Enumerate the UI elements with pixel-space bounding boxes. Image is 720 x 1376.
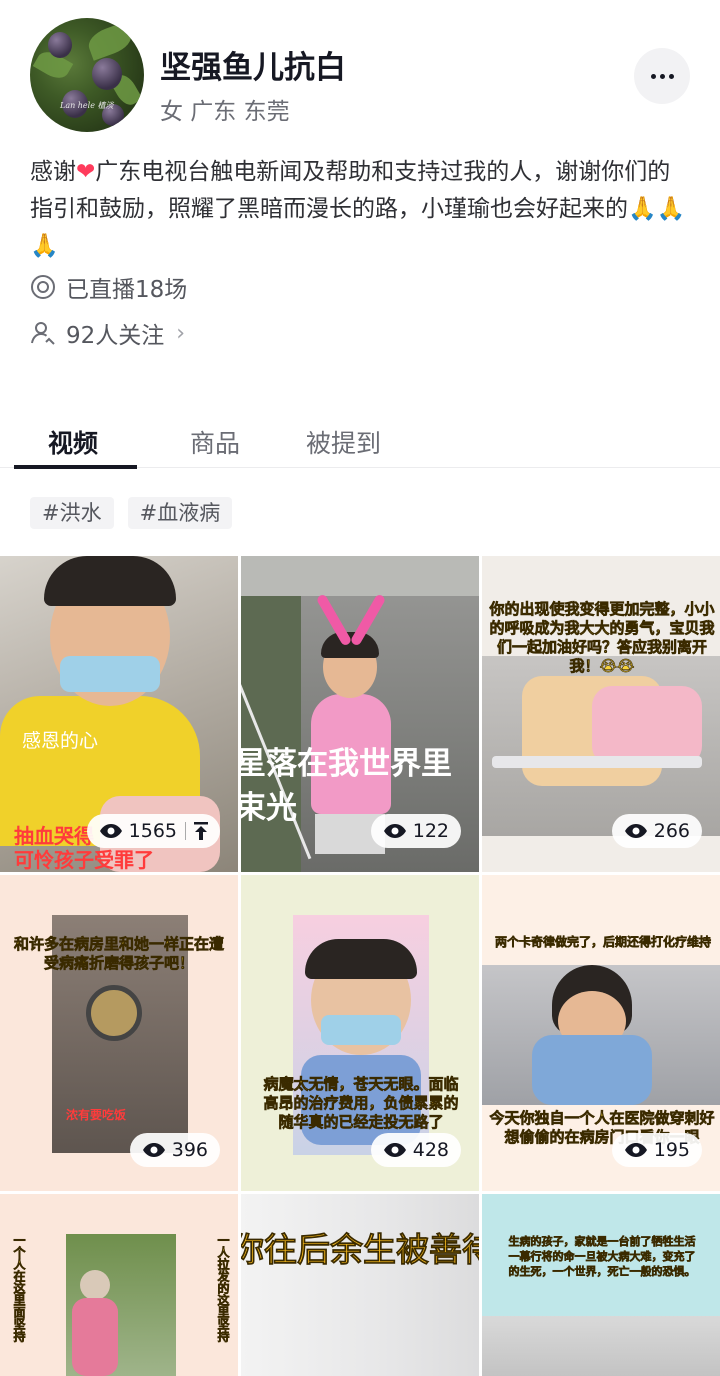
profile-bio: 感谢❤广东电视台触电新闻及帮助和支持过我的人，谢谢你们的指引和鼓励，照耀了黑暗而…: [30, 154, 690, 265]
hashtag-filter-row: #洪水 #血液病: [30, 497, 246, 529]
view-count-badge: 122: [370, 814, 461, 848]
video-caption: 你的出现使我变得更加完整，小小的呼吸成为我大大的勇气，宝贝我们一起加油好吗？答应…: [489, 600, 715, 676]
live-count-row[interactable]: 已直播18场: [30, 270, 187, 304]
video-thumbnail[interactable]: 和许多在病房里和她一样正在遭受病痛折磨得孩子吧！ 浓有要吃饭 396: [0, 875, 238, 1191]
user-icon: [30, 320, 56, 346]
view-count: 266: [653, 820, 690, 842]
view-count-badge: 396: [129, 1133, 220, 1167]
view-count: 396: [171, 1139, 208, 1161]
hashtag-chip[interactable]: #血液病: [127, 497, 233, 529]
tab-active-indicator: [14, 465, 137, 469]
video-thumbnail[interactable]: 你往后余生被善待: [241, 1194, 479, 1376]
view-count: 122: [412, 820, 449, 842]
view-count: 195: [653, 1139, 690, 1161]
dot-icon: [668, 73, 674, 79]
bio-text-start: 感谢: [30, 159, 76, 185]
video-thumbnail[interactable]: 两个卡奇律做完了，后期还得打化疗维持 今天你独自一个人在医院做穿刺好想偷偷的在病…: [482, 875, 720, 1191]
tab-videos[interactable]: 视频: [48, 424, 98, 460]
profile-location: 女 广东 东莞: [160, 99, 290, 125]
dot-icon: [659, 73, 665, 79]
heart-icon: ❤: [76, 159, 96, 185]
more-options-button[interactable]: [634, 48, 690, 104]
eye-icon: [624, 824, 647, 838]
video-thumbnail[interactable]: 感恩的心 抽血哭得 可怜孩子受罪了 1565: [0, 556, 238, 872]
video-caption: 生病的孩子，家就是一台前了牺牲生活一幕行将的命一旦被大病大难，变充了的生死，一个…: [508, 1235, 696, 1279]
view-count-badge: 266: [611, 814, 702, 848]
view-count: 1565: [128, 820, 177, 842]
avatar-signature: Lan hele 植淡: [60, 101, 114, 110]
video-caption: 束光: [241, 790, 297, 826]
video-caption: 浓有要吃饭: [66, 1108, 127, 1122]
eye-icon: [624, 1143, 647, 1157]
video-caption: 病魔太无情，苍天无眼。面临高昂的治疗费用，负债累累的随华真的已经走投无路了: [263, 1075, 459, 1132]
video-caption: 和许多在病房里和她一样正在遭受病痛折磨得孩子吧！: [14, 935, 225, 973]
following-count: 92人关注: [66, 323, 165, 349]
video-caption: 星落在我世界里: [241, 746, 452, 782]
video-thumbnail[interactable]: 病魔太无情，苍天无眼。面临高昂的治疗费用，负债累累的随华真的已经走投无路了 42…: [241, 875, 479, 1191]
tab-mentioned[interactable]: 被提到: [306, 424, 381, 460]
view-count: 428: [412, 1139, 449, 1161]
content-tabs: 视频 商品 被提到: [0, 410, 720, 469]
view-count-badge: 195: [611, 1133, 702, 1167]
avatar[interactable]: Lan hele 植淡: [30, 18, 144, 132]
video-caption: 两个卡奇律做完了，后期还得打化疗维持: [494, 935, 712, 950]
bio-text: 广东电视台触电新闻及帮助和支持过我的人，谢谢你们的指引和鼓励，照耀了黑暗而漫长的…: [30, 159, 686, 259]
video-caption: 一个人在这里面坚持: [12, 1234, 27, 1343]
video-caption: 感恩的心: [22, 730, 99, 752]
video-caption: 一人拉发的这里坚持: [216, 1234, 231, 1343]
following-row[interactable]: 92人关注 ›: [30, 316, 185, 350]
eye-icon: [99, 824, 122, 838]
live-icon: [30, 274, 56, 300]
video-thumbnail[interactable]: 一个人在这里面坚持 一人拉发的这里坚持: [0, 1194, 238, 1376]
profile-name: 坚强鱼儿抗白: [160, 50, 346, 86]
eye-icon: [383, 824, 406, 838]
tab-products[interactable]: 商品: [190, 424, 240, 460]
pin-top-icon: [194, 822, 208, 840]
chevron-right-icon: ›: [176, 320, 186, 346]
view-count-badge: 1565: [86, 814, 220, 848]
video-thumbnail[interactable]: 你的出现使我变得更加完整，小小的呼吸成为我大大的勇气，宝贝我们一起加油好吗？答应…: [482, 556, 720, 872]
view-count-badge: 428: [370, 1133, 461, 1167]
video-caption: 你往后余生被善待: [241, 1230, 479, 1270]
hashtag-chip[interactable]: #洪水: [30, 497, 114, 529]
eye-icon: [142, 1143, 165, 1157]
eye-icon: [383, 1143, 406, 1157]
badge-divider: [185, 822, 186, 840]
video-thumbnail[interactable]: 星落在我世界里 束光 122: [241, 556, 479, 872]
live-count: 已直播18场: [66, 277, 188, 303]
dot-icon: [650, 73, 656, 79]
video-thumbnail[interactable]: 生病的孩子，家就是一台前了牺牲生活一幕行将的命一旦被大病大难，变充了的生死，一个…: [482, 1194, 720, 1376]
